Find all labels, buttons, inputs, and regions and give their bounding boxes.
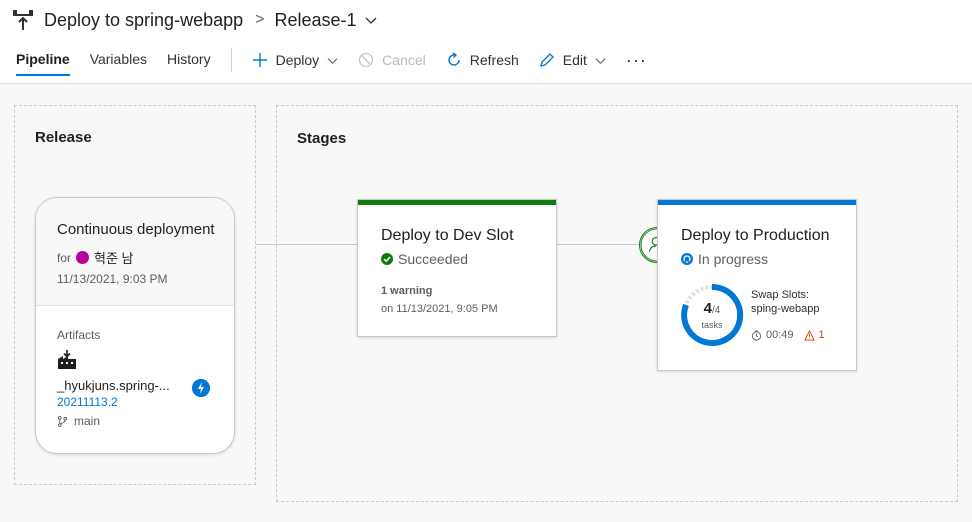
cancel-button[interactable]: Cancel xyxy=(348,44,436,76)
tab-history[interactable]: History xyxy=(157,44,221,76)
toolbar-divider xyxy=(230,48,232,72)
stages-panel-title: Stages xyxy=(297,130,347,147)
stage-date: on 11/13/2021, 9:05 PM xyxy=(381,303,498,315)
for-label: for xyxy=(57,250,72,265)
chevron-down-icon[interactable] xyxy=(365,14,377,26)
task-warning-count: 1 xyxy=(818,329,825,341)
trigger-date: 11/13/2021, 9:03 PM xyxy=(57,272,168,286)
chevron-down-icon xyxy=(595,57,606,64)
edit-button[interactable]: Edit xyxy=(529,44,616,76)
current-task-name: Swap Slots: xyxy=(751,289,810,301)
cancel-label: Cancel xyxy=(382,52,426,68)
pencil-icon xyxy=(539,53,554,67)
breadcrumb: Deploy to spring-webapp > Release-1 xyxy=(12,8,377,32)
header: Deploy to spring-webapp > Release-1 Pipe… xyxy=(0,0,972,84)
artifacts-label: Artifacts xyxy=(57,328,101,342)
continuous-deployment-trigger-icon[interactable] xyxy=(192,379,210,397)
refresh-label: Refresh xyxy=(469,52,519,68)
refresh-icon xyxy=(448,52,460,66)
release-name: Release-1 xyxy=(274,9,357,30)
total-tasks: /4 xyxy=(712,305,721,316)
completed-tasks: 4 xyxy=(703,300,712,317)
refresh-button[interactable]: Refresh xyxy=(436,44,529,76)
release-trigger-card[interactable]: Continuous deployment for 혁준 남 11/13/202… xyxy=(35,197,235,454)
toolbar: Pipeline Variables History Deploy Cancel… xyxy=(0,44,657,76)
tab-variables[interactable]: Variables xyxy=(80,44,157,76)
build-artifact-icon xyxy=(58,350,76,369)
stage-card-production[interactable]: Deploy to Production In progress 4/4 tas… xyxy=(657,199,857,371)
task-duration: 00:49 xyxy=(766,329,794,341)
current-task-target: sping-webapp xyxy=(751,303,820,315)
plus-icon xyxy=(252,53,267,67)
branch-name: main xyxy=(74,414,101,428)
deploy-label: Deploy xyxy=(275,52,320,68)
branch-icon xyxy=(57,415,68,427)
chevron-right-icon: > xyxy=(255,11,265,28)
stage-status-text: Succeeded xyxy=(398,251,469,267)
stage-status-text: In progress xyxy=(698,251,769,267)
connector-line xyxy=(556,244,640,245)
warning-count[interactable]: 1 warning xyxy=(381,285,432,297)
requester-name: 혁준 남 xyxy=(94,251,134,266)
tasks-label: tasks xyxy=(701,320,723,330)
tab-pipeline[interactable]: Pipeline xyxy=(0,44,80,76)
warning-icon xyxy=(803,329,815,341)
stage-name[interactable]: Deploy to Dev Slot xyxy=(381,227,514,245)
stage-status-bar xyxy=(658,200,856,205)
timer-icon xyxy=(751,329,762,341)
in-progress-icon xyxy=(681,253,693,265)
trigger-title: Continuous deployment xyxy=(57,221,215,238)
release-pipeline-icon xyxy=(13,10,33,30)
stage-card-dev-slot[interactable]: Deploy to Dev Slot Succeeded 1 warning o… xyxy=(357,199,557,337)
success-check-icon xyxy=(381,253,393,265)
stage-name[interactable]: Deploy to Production xyxy=(681,227,830,245)
pipeline-name-link[interactable]: Deploy to spring-webapp xyxy=(44,10,243,31)
avatar xyxy=(76,251,90,264)
chevron-down-icon xyxy=(327,57,338,64)
edit-label: Edit xyxy=(562,52,587,68)
cancel-icon xyxy=(359,52,374,68)
deploy-button[interactable]: Deploy xyxy=(242,44,349,76)
release-panel-title: Release xyxy=(35,129,92,146)
artifact-version-link[interactable]: 20211113.2 xyxy=(57,395,234,409)
connector-line xyxy=(256,244,358,245)
stage-status-bar xyxy=(358,200,556,205)
more-actions-button[interactable]: ··· xyxy=(616,50,657,71)
